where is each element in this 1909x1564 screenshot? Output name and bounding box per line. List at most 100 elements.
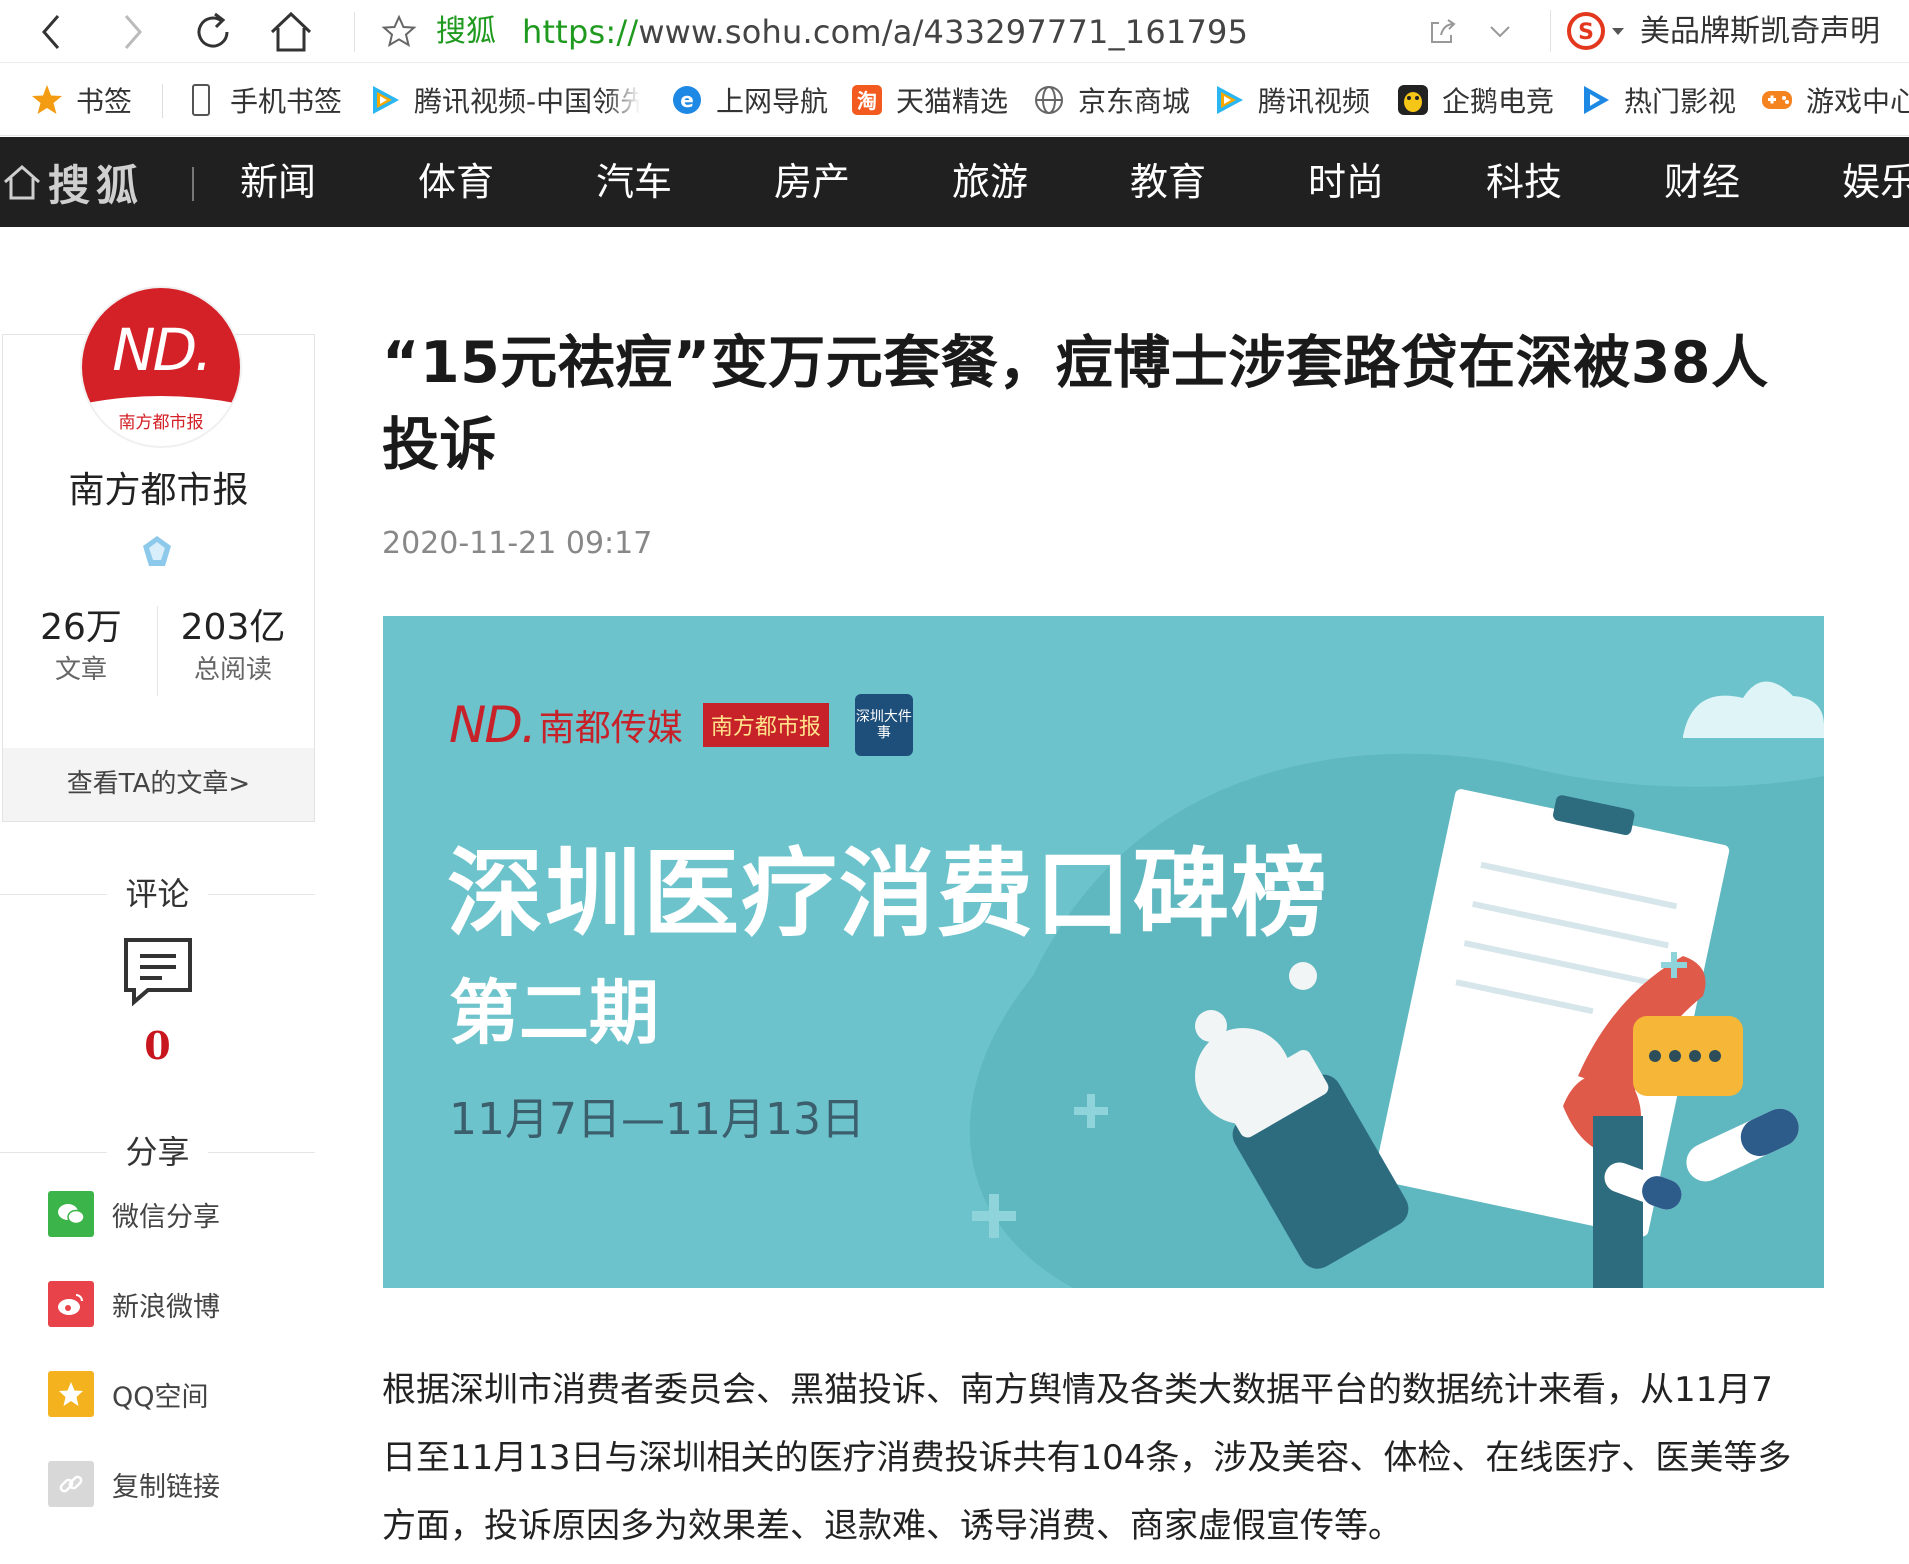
bookmark-label: 书签 [76,85,133,118]
bookmark-item[interactable]: 书签 [30,80,132,120]
chevron-down-icon [1490,26,1510,38]
bookmark-label: 上网导航 [716,85,829,118]
tencent-video-icon [368,83,402,117]
bookmark-item[interactable]: 手机书签 [184,80,342,120]
nav-item-finance[interactable]: 财经 [1664,137,1740,227]
comment-icon[interactable] [122,936,194,1008]
hot-search-text[interactable]: 美品牌斯凯奇声明 [1640,13,1880,51]
nav-item-travel[interactable]: 旅游 [952,137,1028,227]
banner-subtitle: 第二期 [449,972,659,1054]
penguin-icon [1396,83,1430,117]
banner-app-badge: 深圳大件事 [854,694,913,756]
bookmark-label: 腾讯视频-中国领先 [414,85,640,118]
share-page-button[interactable] [1420,14,1464,50]
url-path: www.sohu.com/a/433297771_161795 [638,13,1249,51]
bookmark-item[interactable]: e 上网导航 [670,80,828,120]
link-icon [48,1461,94,1507]
forward-button[interactable] [108,8,158,56]
avatar[interactable]: ND. 南方都市报 [82,288,240,446]
share-heading-label: 分享 [107,1133,208,1171]
weibo-icon [48,1281,94,1327]
share-copy-link[interactable]: 复制链接 [48,1460,220,1508]
back-button[interactable] [26,8,76,56]
home-icon [4,164,40,200]
articles-label: 文章 [54,655,107,685]
caret-down-icon [1612,28,1624,35]
reload-button[interactable] [188,8,238,56]
share-weibo[interactable]: 新浪微博 [48,1280,220,1328]
share-label: 复制链接 [112,1471,220,1503]
search-engine-button[interactable]: S [1566,10,1626,52]
nav-item-news[interactable]: 新闻 [240,137,316,227]
share-qzone[interactable]: QQ空间 [48,1370,209,1418]
sohu-logo-text: 搜狐 [48,160,145,210]
bookmark-item[interactable]: 腾讯视频 [1212,80,1370,120]
svg-text:S: S [1578,20,1594,45]
nav-item-sports[interactable]: 体育 [418,137,494,227]
bookmark-label: 游戏中心 [1806,85,1909,118]
sohu-logo[interactable]: 搜狐 [0,137,144,227]
comments-heading-label: 评论 [107,875,208,913]
bookmark-item[interactable]: 企鹅电竞 [1396,80,1554,120]
banner-logo: ND. 南都传媒 南方都市报 深圳大件事 [449,694,913,756]
nav-item-house[interactable]: 房产 [774,137,850,227]
nav-separator [192,167,194,201]
article-paragraph: 根据深圳市消费者委员会、黑猫投诉、南方舆情及各类大数据平台的数据统计来看，从11… [382,1370,1792,1546]
bookmark-label: 天猫精选 [896,85,1009,118]
sohu-nav-bar: 搜狐 新闻 体育 汽车 房产 旅游 教育 时尚 科技 财经 娱乐 [0,137,1909,227]
reads-stat: 203亿 总阅读 [158,604,308,688]
share-wechat[interactable]: 微信分享 [48,1190,220,1238]
bookmark-label: 企鹅电竞 [1442,85,1555,118]
author-name[interactable]: 南方都市报 [2,466,315,516]
share-heading: 分享 [0,1130,315,1174]
url-field[interactable]: https://www.sohu.com/a/433297771_161795 [522,13,1248,51]
phone-icon [184,83,218,117]
banner-date-range: 11月7日—11月13日 [449,1094,865,1145]
address-separator-2 [1550,10,1551,52]
forward-arrow-icon [124,15,142,49]
back-arrow-icon [42,15,60,49]
bookmark-label: 腾讯视频 [1258,85,1371,118]
play-icon [1578,83,1612,117]
view-author-articles-link[interactable]: 查看TA的文章> [3,748,314,821]
nav-item-auto[interactable]: 汽车 [596,137,672,227]
home-button[interactable] [266,8,316,56]
bookmarks-separator [162,84,163,118]
bookmark-item[interactable]: 京东商城 [1032,80,1190,120]
wechat-icon [48,1191,94,1237]
favorite-button[interactable] [378,12,420,52]
bookmark-item[interactable]: 腾讯视频-中国领先 [368,80,640,120]
bookmark-label: 京东商城 [1078,85,1191,118]
svg-text:南方都市报: 南方都市报 [119,413,204,433]
ie-icon: e [670,83,704,117]
banner-logo-text: 南都传媒 [538,708,683,749]
tencent-video-icon [1212,83,1246,117]
share-icon [1431,19,1456,43]
bookmark-item[interactable]: 游戏中心 [1760,80,1909,120]
nav-item-entertainment[interactable]: 娱乐 [1842,137,1909,227]
sogou-icon: S [1567,12,1605,50]
star-icon [30,83,64,117]
share-label: QQ空间 [112,1381,209,1413]
svg-text:淘: 淘 [857,89,877,113]
url-dropdown-button[interactable] [1478,14,1522,50]
star-outline-icon [381,14,417,48]
share-label: 微信分享 [112,1201,220,1233]
bookmarks-bar: 书签 手机书签 腾讯视频-中国领先 e 上网导航 淘 天猫精选 京东商城 腾讯视… [0,64,1909,136]
bookmark-label: 手机书签 [230,85,343,118]
nav-item-fashion[interactable]: 时尚 [1308,137,1384,227]
bookmark-item[interactable]: 淘 天猫精选 [850,80,1008,120]
globe-icon [1032,83,1066,117]
site-name: 搜狐 [436,14,496,49]
home-icon [270,11,312,52]
bookmark-item[interactable]: 热门影视 [1578,80,1736,120]
articles-stat: 26万 文章 [6,604,156,688]
comment-count[interactable]: 0 [0,1020,315,1072]
url-scheme: https:// [522,13,639,51]
nav-item-tech[interactable]: 科技 [1486,137,1562,227]
verified-badge-icon [143,536,171,566]
nav-item-education[interactable]: 教育 [1130,137,1206,227]
banner-badge: 南方都市报 [702,703,829,747]
svg-text:e: e [680,88,694,112]
article-date: 2020-11-21 09:17 [382,526,653,561]
